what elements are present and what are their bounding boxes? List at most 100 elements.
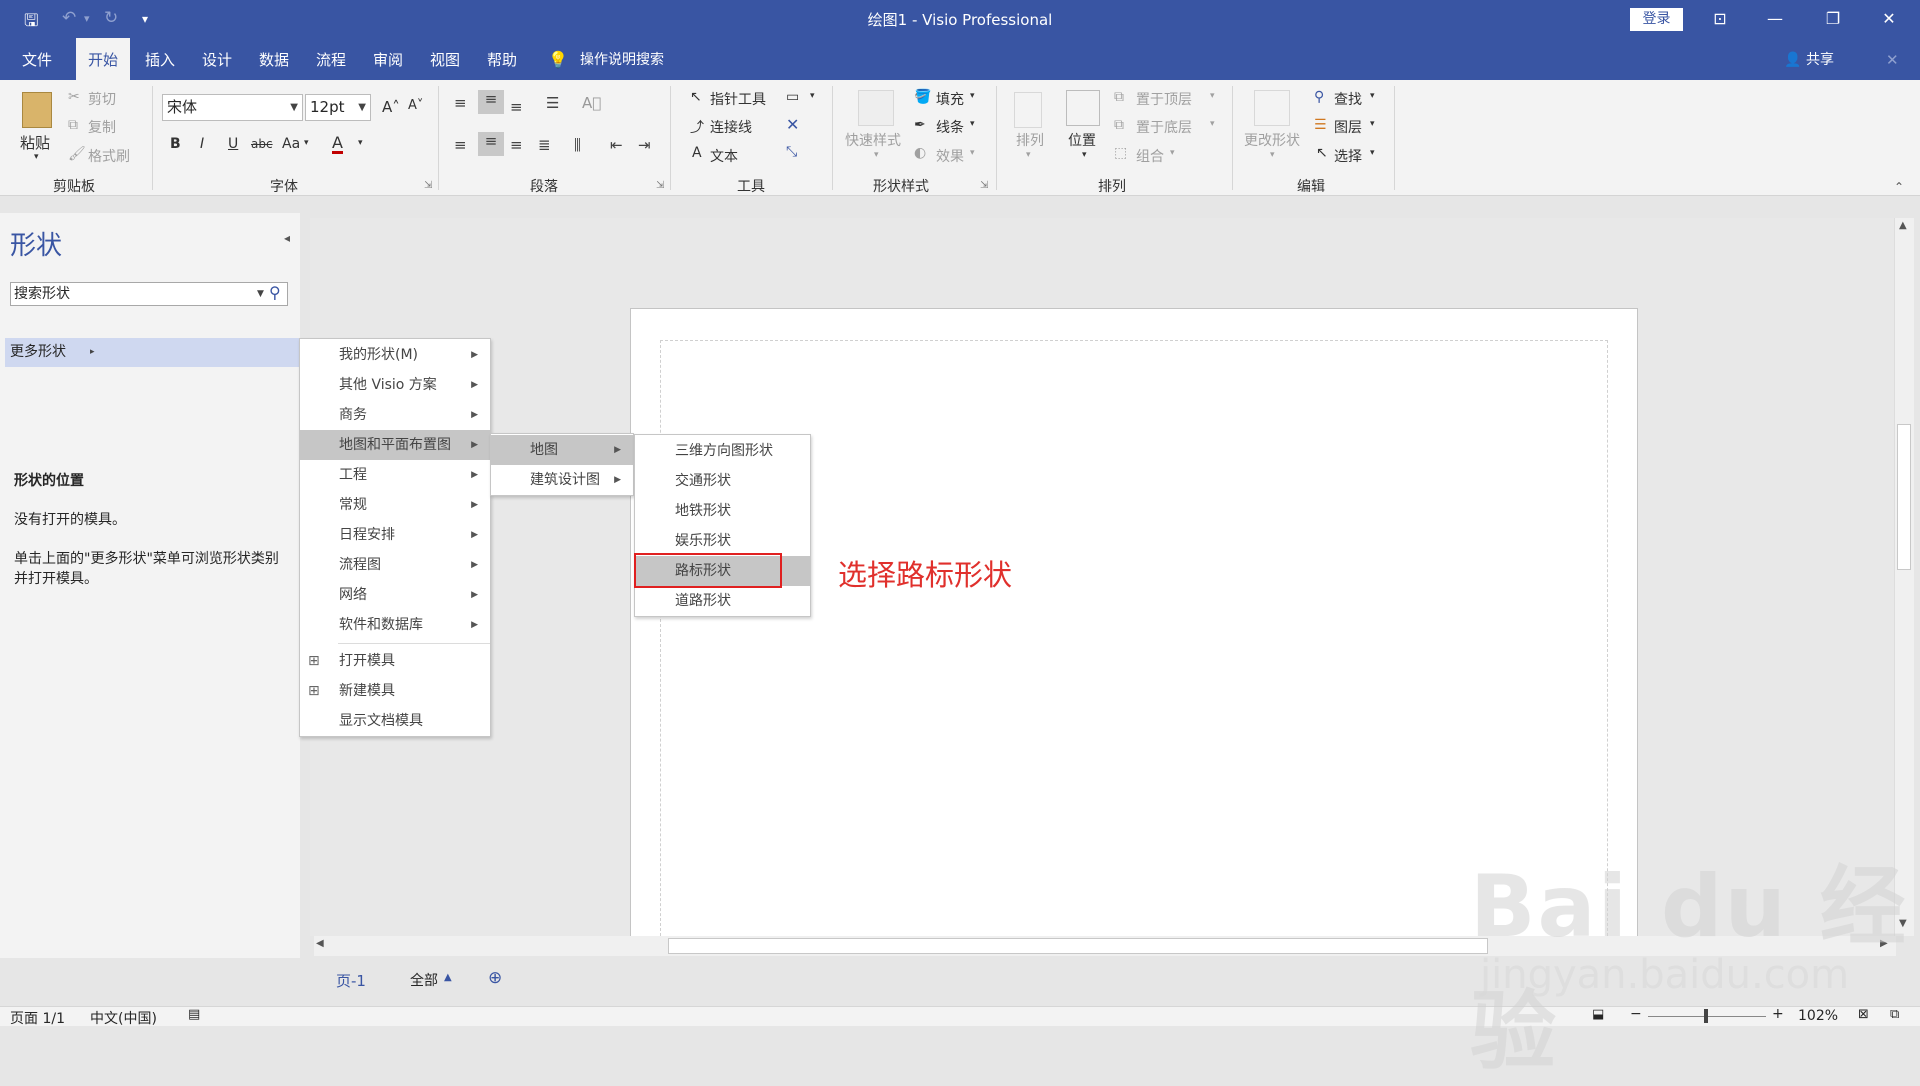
bring-front-dropdown-icon[interactable]: ▾ — [1210, 91, 1215, 101]
tab-design[interactable]: 设计 — [202, 38, 232, 80]
change-shape-button[interactable]: 更改形状 — [1244, 130, 1300, 150]
shape-dropdown-icon[interactable]: ▾ — [810, 91, 815, 101]
menu-item-roads[interactable]: 道路形状 — [635, 586, 810, 616]
add-page-icon[interactable]: ⊕ — [488, 968, 502, 988]
find-button[interactable]: 查找 — [1334, 89, 1362, 109]
menu-item-my-shapes[interactable]: 我的形状(M) ▶ — [300, 340, 490, 370]
group-dropdown-icon[interactable]: ▾ — [1170, 148, 1175, 158]
align-top-icon[interactable]: ≡ — [454, 94, 467, 112]
distribute-icon[interactable]: ⫼ — [574, 136, 581, 154]
ribbon-display-icon[interactable]: ⊡ — [1697, 6, 1743, 32]
page-tab[interactable]: 页-1 — [336, 970, 366, 991]
tab-process[interactable]: 流程 — [316, 38, 346, 80]
align-center-icon[interactable]: ≡ — [478, 132, 504, 156]
cut-button[interactable]: 剪切 — [88, 89, 116, 109]
select-dropdown-icon[interactable]: ▾ — [1370, 148, 1375, 158]
quick-styles-button[interactable]: 快速样式 — [845, 130, 901, 150]
menu-item-general[interactable]: 常规 ▶ — [300, 490, 490, 520]
change-case-button[interactable]: Aa — [282, 136, 300, 152]
search-icon[interactable]: ⚲ — [269, 282, 281, 304]
align-middle-icon[interactable]: ≡ — [478, 90, 504, 114]
format-painter-button[interactable]: 格式刷 — [88, 146, 130, 166]
menu-item-metro[interactable]: 地铁形状 — [635, 496, 810, 526]
menu-item-engineering[interactable]: 工程 ▶ — [300, 460, 490, 490]
menu-item-maps-floorplans[interactable]: 地图和平面布置图 ▶ — [300, 430, 490, 460]
shape-styles-dialog-launcher-icon[interactable]: ⇲ — [980, 180, 988, 191]
change-shape-dropdown-icon[interactable]: ▾ — [1270, 150, 1275, 160]
menu-item-new-stencil[interactable]: ⊞ 新建模具 — [300, 676, 490, 706]
copy-button[interactable]: 复制 — [88, 117, 116, 137]
menu-item-flowchart[interactable]: 流程图 ▶ — [300, 550, 490, 580]
vertical-scrollbar[interactable]: ▲ ▼ — [1894, 218, 1914, 936]
collapse-ribbon-icon[interactable]: ⌃ — [1894, 180, 1904, 194]
menu-item-software-db[interactable]: 软件和数据库 ▶ — [300, 610, 490, 640]
restore-icon[interactable]: ❐ — [1810, 6, 1856, 32]
paste-dropdown-icon[interactable]: ▾ — [34, 152, 39, 162]
menu-item-business[interactable]: 商务 ▶ — [300, 400, 490, 430]
line-button[interactable]: 线条 — [936, 117, 964, 137]
pointer-tool-button[interactable]: 指针工具 — [710, 89, 766, 109]
menu-item-open-stencil[interactable]: ⊞ 打开模具 — [300, 646, 490, 676]
rectangle-icon[interactable]: ▭ — [786, 89, 799, 105]
text-tool-button[interactable]: 文本 — [710, 146, 738, 166]
menu-item-maps[interactable]: 地图 ▶ — [491, 435, 633, 465]
scroll-left-icon[interactable]: ◀ — [316, 938, 324, 949]
horizontal-scroll-thumb[interactable] — [668, 938, 1488, 954]
menu-item-3d-direction[interactable]: 三维方向图形状 — [635, 436, 810, 466]
tab-data[interactable]: 数据 — [259, 38, 289, 80]
decrease-indent-icon[interactable]: ⇤ — [610, 136, 623, 154]
tab-insert[interactable]: 插入 — [145, 38, 175, 80]
case-dropdown-icon[interactable]: ▾ — [304, 138, 309, 148]
justify-icon[interactable]: ≣ — [538, 136, 551, 154]
effects-dropdown-icon[interactable]: ▾ — [970, 148, 975, 158]
align-right-icon[interactable]: ≡ — [510, 136, 523, 154]
increase-indent-icon[interactable]: ⇥ — [638, 136, 651, 154]
collapse-pane-icon[interactable]: ◂ — [284, 231, 290, 245]
find-dropdown-icon[interactable]: ▾ — [1370, 91, 1375, 101]
effects-button[interactable]: 效果 — [936, 146, 964, 166]
italic-button[interactable]: I — [200, 136, 204, 152]
menu-item-show-doc-stencil[interactable]: 显示文档模具 — [300, 706, 490, 736]
minimize-icon[interactable]: — — [1752, 6, 1798, 32]
arrange-button[interactable]: 排列 — [1016, 130, 1044, 150]
more-shapes-button[interactable]: 更多形状 ▸ — [5, 338, 300, 367]
menu-item-recreation[interactable]: 娱乐形状 — [635, 526, 810, 556]
login-button[interactable]: 登录 — [1630, 8, 1683, 31]
menu-item-architecture[interactable]: 建筑设计图 ▶ — [491, 465, 633, 495]
grow-font-icon[interactable]: A˄ — [382, 98, 400, 116]
line-dropdown-icon[interactable]: ▾ — [970, 119, 975, 129]
align-left-icon[interactable]: ≡ — [454, 136, 467, 154]
text-direction-icon[interactable]: A⃫ — [582, 94, 601, 112]
font-size-box[interactable]: 12pt ▼ — [305, 94, 371, 121]
tab-review[interactable]: 审阅 — [373, 38, 403, 80]
menu-item-transport[interactable]: 交通形状 — [635, 466, 810, 496]
close-icon[interactable]: ✕ — [1866, 6, 1912, 32]
bullets-icon[interactable]: ☰ — [546, 94, 559, 112]
send-back-dropdown-icon[interactable]: ▾ — [1210, 119, 1215, 129]
menu-item-schedule[interactable]: 日程安排 ▶ — [300, 520, 490, 550]
paste-icon[interactable] — [22, 92, 52, 128]
tab-help[interactable]: 帮助 — [487, 38, 517, 80]
layers-dropdown-icon[interactable]: ▾ — [1370, 119, 1375, 129]
vertical-scroll-thumb[interactable] — [1897, 424, 1911, 570]
fill-dropdown-icon[interactable]: ▾ — [970, 91, 975, 101]
position-dropdown-icon[interactable]: ▾ — [1082, 150, 1087, 160]
tab-view[interactable]: 视图 — [430, 38, 460, 80]
macro-icon[interactable]: ▤ — [188, 1007, 200, 1022]
shrink-font-icon[interactable]: A˅ — [408, 98, 423, 113]
fill-button[interactable]: 填充 — [936, 89, 964, 109]
arrange-dropdown-icon[interactable]: ▾ — [1026, 150, 1031, 160]
all-pages-up-icon[interactable]: ▲ — [444, 972, 452, 983]
menu-item-other-visio[interactable]: 其他 Visio 方案 ▶ — [300, 370, 490, 400]
layers-button[interactable]: 图层 — [1334, 117, 1362, 137]
search-shapes-input[interactable]: 搜索形状 ▼ ⚲ — [10, 282, 288, 306]
menu-item-network[interactable]: 网络 ▶ — [300, 580, 490, 610]
font-color-button[interactable]: A — [332, 134, 343, 154]
bold-button[interactable]: B — [170, 136, 181, 152]
underline-button[interactable]: U — [228, 136, 238, 152]
share-button[interactable]: 共享 — [1806, 38, 1834, 80]
status-language[interactable]: 中文(中国) — [90, 1008, 157, 1028]
font-dialog-launcher-icon[interactable]: ⇲ — [424, 180, 432, 191]
font-name-box[interactable]: 宋体 ▼ — [162, 94, 303, 121]
quick-styles-dropdown-icon[interactable]: ▾ — [874, 150, 879, 160]
